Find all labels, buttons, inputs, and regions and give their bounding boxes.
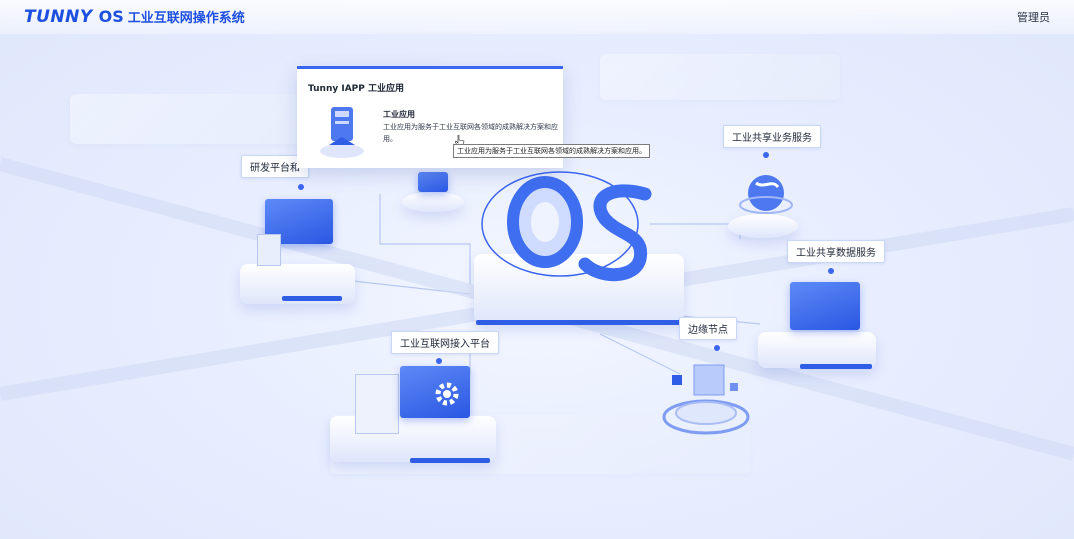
brand: TUNNY OS 工业互联网操作系统	[24, 7, 245, 27]
node-dot	[436, 358, 442, 364]
node-label-access-platform[interactable]: 工业互联网接入平台	[391, 331, 499, 354]
access-edge	[410, 458, 490, 463]
node-label-shared-business[interactable]: 工业共享业务服务	[723, 125, 821, 148]
tooltip: 工业应用为服务于工业互联网各领域的成熟解决方案和应用。	[453, 144, 650, 158]
iapp-thumbnail-icon	[320, 107, 364, 158]
popup-description: 工业应用为服务于工业互联网各领域的成熟解决方案和应用。	[383, 123, 558, 143]
node-dot	[763, 152, 769, 158]
server-icon	[355, 374, 399, 434]
top-bar: TUNNY OS 工业互联网操作系统 管理员	[0, 0, 1074, 34]
node-dot	[714, 345, 720, 351]
node-label-shared-data[interactable]: 工业共享数据服务	[787, 240, 885, 263]
node-dot	[828, 268, 834, 274]
rd-platform-edge	[282, 296, 342, 301]
globe-icon[interactable]	[738, 169, 794, 219]
iapp-base	[402, 192, 464, 212]
edge-cube-icon[interactable]	[660, 359, 755, 439]
gear-icon	[435, 382, 459, 406]
popup-title: Tunny IAPP 工业应用	[308, 84, 405, 94]
node-label-edge-node[interactable]: 边缘节点	[679, 317, 737, 340]
system-title: 工业互联网操作系统	[127, 11, 245, 26]
center-platform-edge	[476, 320, 682, 325]
data-edge	[800, 364, 872, 369]
iapp-device-icon[interactable]	[418, 172, 448, 192]
brand-logo: TUNNY	[24, 7, 93, 27]
user-menu[interactable]: 管理员	[1017, 9, 1050, 25]
node-dot	[298, 184, 304, 190]
os-logo-icon[interactable]	[480, 164, 670, 294]
brand-os: OS	[98, 7, 124, 26]
popup-heading: 工业应用	[383, 110, 415, 119]
data-base	[758, 332, 876, 368]
cloud-chart-icon[interactable]	[790, 282, 860, 330]
document-icon	[257, 234, 281, 266]
